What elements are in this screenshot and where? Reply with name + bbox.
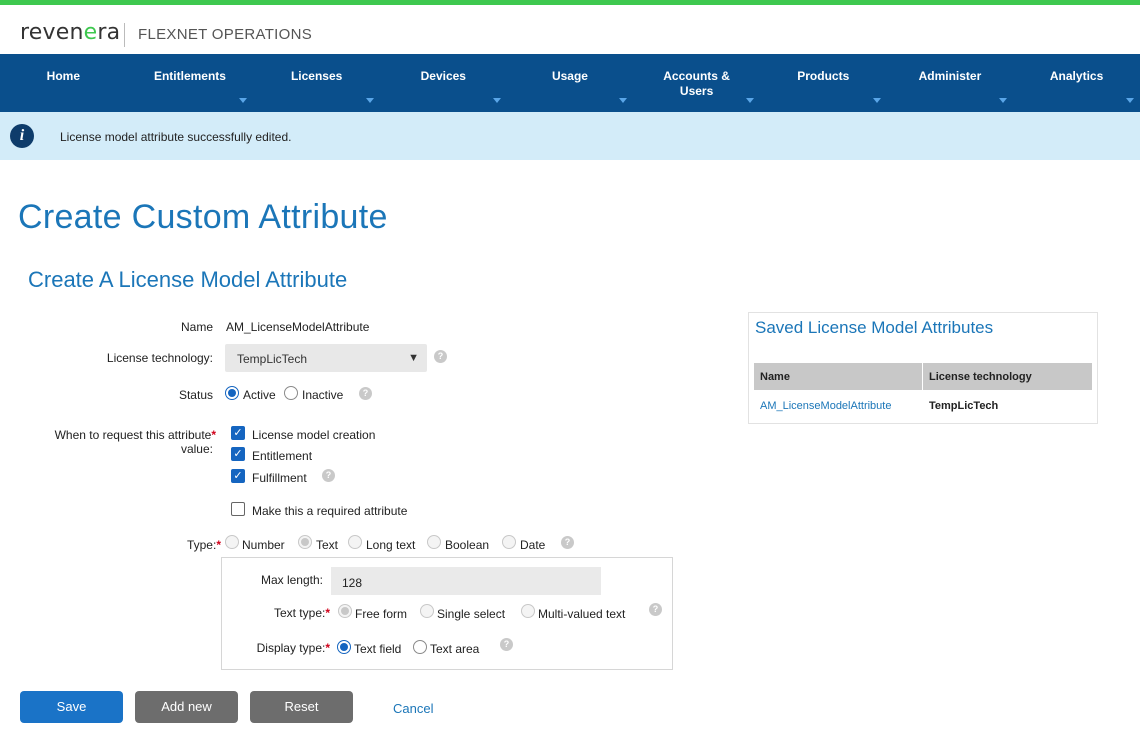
reset-button[interactable]: Reset [250,691,353,723]
entitlement-checkbox[interactable]: ✓ [231,447,245,461]
product-name: FLEXNET OPERATIONS [138,26,313,43]
saved-attribute-technology: TempLicTech [929,400,999,412]
caret-down-icon [365,98,374,103]
text-type-label: Text type:* [273,606,330,620]
status-inactive-radio[interactable] [284,386,298,400]
saved-attributes-header: Name License technology [754,363,1092,390]
type-text-label: Text [316,538,339,552]
save-button[interactable]: Save [20,691,123,723]
help-icon[interactable]: ? [561,536,574,549]
license-technology-select[interactable]: TempLicTech ▼ [225,344,427,372]
saved-attribute-name-link[interactable]: AM_LicenseModelAttribute [760,400,891,412]
page-title: Create Custom Attribute [18,198,388,236]
type-long-text-label: Long text [366,538,416,552]
caret-down-icon [619,98,628,103]
help-icon[interactable]: ? [434,350,447,363]
add-new-button[interactable]: Add new [135,691,238,723]
max-length-label: Max length: [260,573,323,587]
help-icon[interactable]: ? [649,603,662,616]
help-icon[interactable]: ? [500,638,513,651]
brand-bar: revenera FLEXNET OPERATIONS [0,5,1140,54]
type-date-radio[interactable] [502,535,516,549]
type-long-text-radio[interactable] [348,535,362,549]
nav-devices[interactable]: Devices [380,54,507,112]
name-value: AM_LicenseModelAttribute [226,320,370,334]
nav-analytics[interactable]: Analytics [1013,54,1140,112]
text-type-multi-valued-radio[interactable] [521,604,535,618]
page-subtitle: Create A License Model Attribute [28,267,348,292]
type-boolean-radio[interactable] [427,535,441,549]
caret-down-icon [872,98,881,103]
status-active-radio[interactable] [225,386,239,400]
type-number-radio[interactable] [225,535,239,549]
text-type-single-select-label: Single select [437,607,506,621]
nav-accounts-users[interactable]: Accounts & Users [633,54,760,112]
nav-licenses[interactable]: Licenses [253,54,380,112]
fulfillment-checkbox[interactable]: ✓ [231,469,245,483]
main-nav: Home Entitlements Licenses Devices Usage… [0,54,1140,112]
help-icon[interactable]: ? [322,469,335,482]
logo-divider [124,23,125,47]
nav-administer[interactable]: Administer [887,54,1014,112]
chevron-down-icon: ▼ [408,352,419,364]
caret-down-icon [1125,98,1134,103]
max-length-input[interactable]: 128 [331,567,601,595]
display-type-text-area-label: Text area [430,642,480,656]
alert-message: License model attribute successfully edi… [60,130,292,144]
required-attribute-label: Make this a required attribute [252,504,408,518]
status-inactive-label: Inactive [302,388,344,402]
license-model-creation-checkbox[interactable]: ✓ [231,426,245,440]
text-type-single-select-radio[interactable] [420,604,434,618]
type-text-radio[interactable] [298,535,312,549]
when-to-request-label-cont: value: [180,442,213,456]
nav-entitlements[interactable]: Entitlements [127,54,254,112]
column-separator [922,363,923,390]
entitlement-label: Entitlement [252,449,313,463]
required-attribute-checkbox[interactable] [231,502,245,516]
display-type-text-field-radio[interactable] [337,640,351,654]
saved-attributes-title: Saved License Model Attributes [755,318,994,337]
type-label: Type:* [186,538,221,552]
text-type-multi-valued-label: Multi-valued text [538,607,626,621]
type-date-label: Date [520,538,546,552]
column-header-license-technology[interactable]: License technology [929,371,1032,383]
help-icon[interactable]: ? [359,387,372,400]
cancel-link[interactable]: Cancel [393,701,433,716]
name-label: Name [180,320,213,334]
caret-down-icon [239,98,248,103]
text-type-free-form-label: Free form [355,607,408,621]
display-type-text-field-label: Text field [354,642,402,656]
status-label: Status [178,388,213,402]
nav-usage[interactable]: Usage [507,54,634,112]
revenera-logo[interactable]: revenera [20,20,120,45]
display-type-text-area-radio[interactable] [413,640,427,654]
column-header-name[interactable]: Name [760,371,790,383]
when-to-request-label: When to request this attribute* [54,428,216,442]
license-model-creation-label: License model creation [252,428,376,442]
type-number-label: Number [242,538,285,552]
display-type-label: Display type:* [256,641,330,655]
text-type-free-form-radio[interactable] [338,604,352,618]
status-active-label: Active [243,388,276,402]
type-boolean-label: Boolean [445,538,490,552]
nav-home[interactable]: Home [0,54,127,112]
caret-down-icon [999,98,1008,103]
fulfillment-label: Fulfillment [252,471,307,485]
info-icon: i [10,124,34,148]
caret-down-icon [492,98,501,103]
nav-products[interactable]: Products [760,54,887,112]
success-alert: i License model attribute successfully e… [0,112,1140,160]
license-technology-label: License technology: [106,351,213,365]
license-technology-value: TempLicTech [237,352,308,366]
caret-down-icon [745,98,754,103]
